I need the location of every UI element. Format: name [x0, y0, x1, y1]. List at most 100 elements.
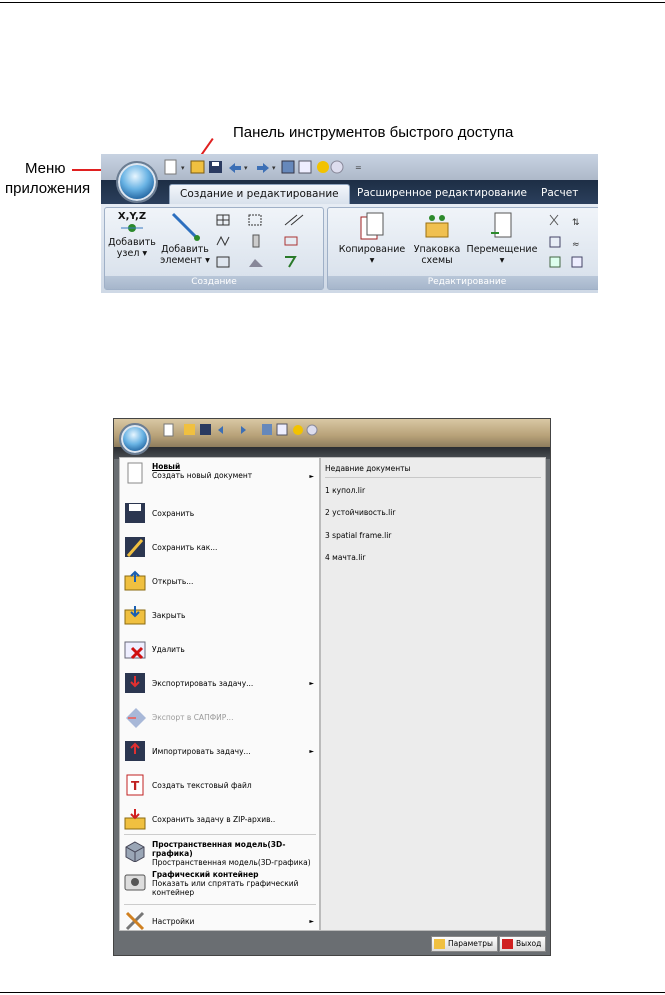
- menu-item-open-label: Открыть...: [152, 577, 194, 586]
- copy-label: Копирование: [338, 244, 406, 255]
- svg-text:≈: ≈: [572, 240, 580, 250]
- submenu-arrow-icon: ►: [309, 918, 314, 925]
- menu-caption-2: приложения: [5, 180, 91, 197]
- text-file-icon: T: [126, 774, 144, 796]
- pack-label-2: схемы: [421, 255, 453, 266]
- group-edit: Копирование ▾ Упаковка схемы Перемещение…: [327, 207, 598, 290]
- delete-icon: [124, 641, 146, 660]
- menu-item-export-sapfir-label: Экспорт в САПФИР...: [152, 713, 234, 722]
- menu-item-3d-title: Пространственная модель(3D-графика): [152, 840, 286, 858]
- sapfir-icon: [126, 708, 146, 728]
- add-node-label-2: узел ▾: [116, 248, 148, 259]
- menu-item-new-subtitle: Создать новый документ: [152, 471, 253, 480]
- add-node-button[interactable]: X,Y,Z Добавить узел ▾: [107, 211, 157, 259]
- exit-icon: [502, 939, 513, 949]
- menu-separator: [124, 834, 316, 835]
- move-icon: [491, 212, 512, 238]
- move-arrow: ▾: [499, 255, 505, 266]
- recent-separator: [325, 477, 541, 478]
- add-element-button[interactable]: Добавить элемент ▾: [159, 211, 211, 266]
- bottom-rule: [0, 992, 665, 993]
- export-icon: [125, 673, 145, 693]
- submenu-arrow-icon: ►: [309, 473, 314, 480]
- open-folder-icon: [124, 570, 146, 591]
- parameters-label: Параметры: [448, 939, 493, 948]
- pack-icon: [425, 215, 449, 238]
- floppy-disk-icon: [125, 503, 145, 523]
- recent-item[interactable]: 1 купол.lir: [325, 486, 365, 495]
- node-icon: [121, 224, 143, 232]
- add-element-label-1: Добавить: [161, 244, 209, 255]
- qat-icons: ▾ ▾ ▾ =: [164, 159, 362, 175]
- menu-qat-bar: [114, 419, 550, 447]
- edit-small-icons: ⇅ ≈: [549, 214, 583, 268]
- import-icon: [125, 741, 145, 761]
- group-create: X,Y,Z Добавить узел ▾ Добавить элемент ▾: [104, 207, 324, 290]
- application-menu-screenshot: Новый Создать новый документ ► Сохранить …: [113, 418, 551, 956]
- menu-separator: [124, 904, 316, 905]
- close-folder-icon: [124, 606, 146, 625]
- zip-archive-icon: [124, 809, 146, 830]
- parameters-button[interactable]: Параметры: [431, 936, 498, 952]
- move-label: Перемещение: [466, 244, 538, 255]
- xyz-icon-label: X,Y,Z: [117, 211, 147, 222]
- pack-label-1: Упаковка: [413, 244, 461, 255]
- menu-item-save-label: Сохранить: [152, 509, 195, 518]
- menu-item-text-file-label: Создать текстовый файл: [152, 781, 252, 790]
- menu-item-new[interactable]: Новый Создать новый документ ►: [124, 462, 318, 488]
- add-node-label-1: Добавить: [108, 237, 156, 248]
- settings-tools-icon: [125, 911, 145, 931]
- menu-caption-1: Меню: [25, 160, 66, 177]
- move-button[interactable]: Перемещение ▾: [464, 211, 540, 266]
- svg-text:=: =: [355, 163, 362, 172]
- menu-item-new-title: Новый: [152, 462, 181, 471]
- menu-orb-button[interactable]: [119, 423, 151, 455]
- copy-arrow: ▾: [369, 255, 375, 266]
- menu-item-delete-label: Удалить: [152, 645, 185, 654]
- copy-button[interactable]: Копирование ▾: [332, 211, 412, 266]
- save-as-icon: [125, 537, 145, 557]
- tab-calculation[interactable]: Расчет: [531, 184, 588, 204]
- svg-text:T: T: [131, 779, 140, 793]
- svg-text:⇅: ⇅: [572, 218, 580, 228]
- menu-item-settings-label: Настройки: [152, 917, 195, 926]
- svg-text:▾: ▾: [272, 164, 276, 172]
- element-icon: [171, 212, 200, 241]
- create-small-icons: [216, 214, 304, 268]
- exit-button[interactable]: Выход: [499, 936, 547, 952]
- tab-advanced-edit[interactable]: Расширенное редактирование: [347, 184, 537, 204]
- qat-caption: Панель инструментов быстрого доступа: [233, 124, 514, 141]
- svg-text:▾: ▾: [181, 164, 185, 172]
- group-edit-label: Редактирование: [328, 276, 598, 289]
- cube-3d-icon: [125, 841, 145, 862]
- recent-documents-pane: Недавние документы 1 купол.lir 2 устойчи…: [320, 457, 546, 931]
- submenu-arrow-icon: ►: [309, 680, 314, 687]
- svg-text:▾: ▾: [244, 164, 248, 172]
- exit-label: Выход: [516, 939, 542, 948]
- ribbon-tab-bar: Создание и редактирование Расширенное ре…: [101, 180, 598, 204]
- add-element-label-2: элемент ▾: [160, 255, 210, 266]
- application-menu-button[interactable]: [116, 161, 158, 203]
- menu-qat-icons: [163, 423, 318, 437]
- recent-documents-header: Недавние документы: [325, 464, 411, 473]
- ribbon-body: X,Y,Z Добавить узел ▾ Добавить элемент ▾: [101, 204, 598, 293]
- menu-item-graphic-subtitle: Показать или спрятать графический контей…: [152, 879, 299, 897]
- parameters-icon: [434, 939, 445, 949]
- menu-commands-pane: Новый Создать новый документ ► Сохранить …: [119, 457, 320, 931]
- menu-item-graphic-title: Графический контейнер: [152, 870, 259, 879]
- camera-icon: [124, 874, 146, 891]
- new-document-icon: [127, 462, 143, 484]
- tab-create-edit[interactable]: Создание и редактирование: [169, 184, 350, 204]
- menu-item-save-as-label: Сохранить как...: [152, 543, 218, 552]
- recent-item[interactable]: 3 spatial frame.lir: [325, 531, 391, 540]
- recent-item[interactable]: 4 мачта.lir: [325, 553, 365, 562]
- pack-scheme-button[interactable]: Упаковка схемы: [412, 211, 462, 266]
- recent-item[interactable]: 2 устойчивость.lir: [325, 508, 395, 517]
- menu-item-3d-subtitle: Пространственная модель(3D-графика): [152, 858, 311, 867]
- group-create-label: Создание: [105, 276, 323, 289]
- quick-access-toolbar: ▾ ▾ ▾ =: [101, 154, 598, 180]
- copy-icon: [360, 212, 384, 240]
- ribbon-screenshot: ▾ ▾ ▾ = Создание и редактирование Расшир…: [101, 154, 598, 293]
- menu-item-import-label: Импортировать задачу...: [152, 747, 251, 756]
- menu-item-close-label: Закрыть: [152, 611, 186, 620]
